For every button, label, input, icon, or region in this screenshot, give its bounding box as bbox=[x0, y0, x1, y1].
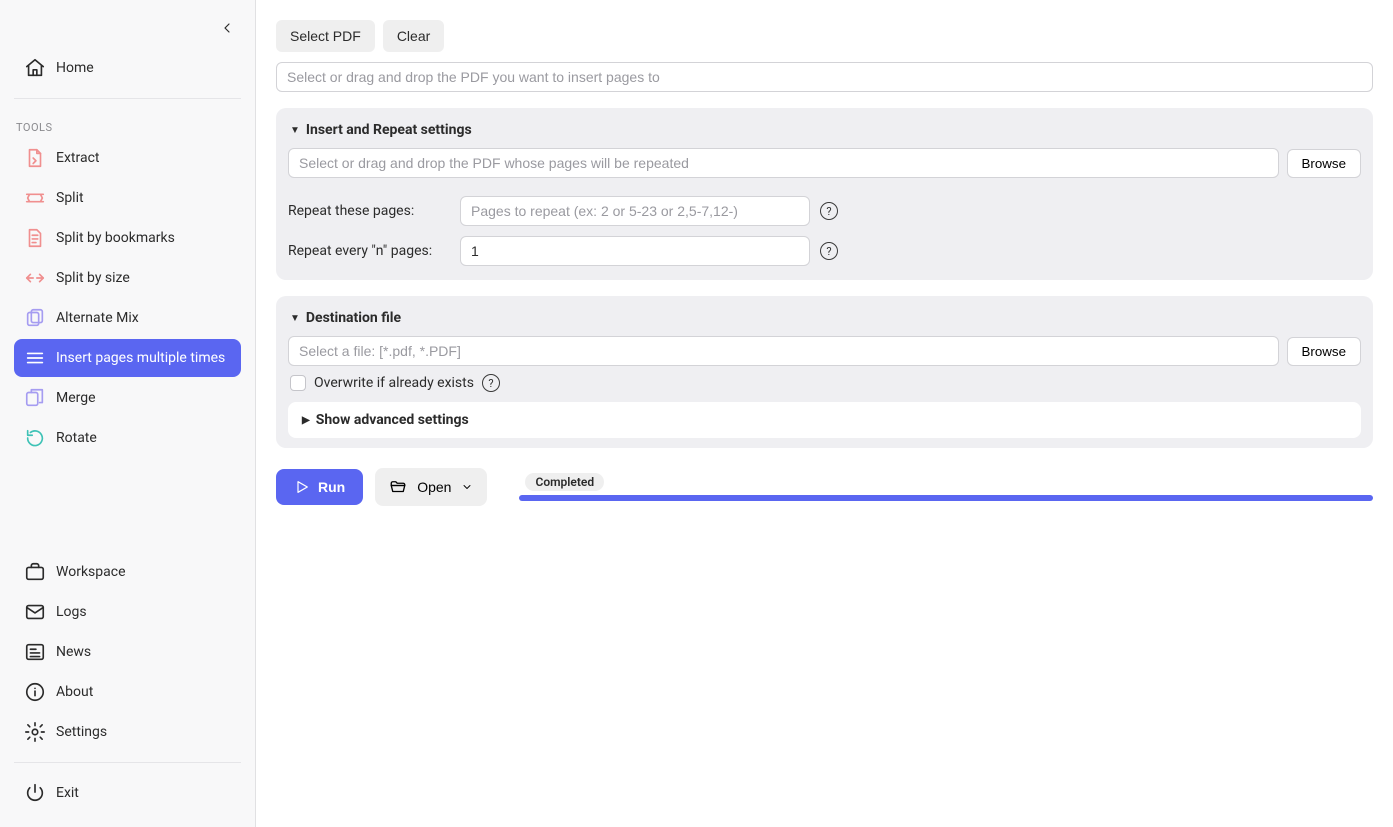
insert-repeat-panel: ▼ Insert and Repeat settings Browse Repe… bbox=[276, 108, 1373, 280]
sidebar-item-split-bookmarks[interactable]: Split by bookmarks bbox=[14, 219, 241, 257]
sidebar-item-label: Alternate Mix bbox=[56, 310, 139, 326]
tools-section-label: TOOLS bbox=[14, 109, 241, 138]
panel-title: Destination file bbox=[306, 310, 401, 326]
sidebar-item-extract[interactable]: Extract bbox=[14, 139, 241, 177]
sidebar-item-workspace[interactable]: Workspace bbox=[14, 553, 241, 591]
sidebar-item-label: Settings bbox=[56, 724, 107, 740]
advanced-label: Show advanced settings bbox=[316, 412, 469, 428]
play-icon bbox=[294, 479, 310, 495]
open-button[interactable]: Open bbox=[375, 468, 487, 506]
destination-panel: ▼ Destination file Browse Overwrite if a… bbox=[276, 296, 1373, 448]
sidebar-item-split[interactable]: Split bbox=[14, 179, 241, 217]
extract-icon bbox=[24, 147, 46, 169]
destination-panel-header[interactable]: ▼ Destination file bbox=[288, 306, 1361, 336]
help-icon[interactable]: ? bbox=[820, 202, 838, 220]
about-icon bbox=[24, 681, 46, 703]
divider bbox=[14, 98, 241, 99]
power-icon bbox=[24, 782, 46, 804]
help-icon[interactable]: ? bbox=[482, 374, 500, 392]
sidebar-item-label: Home bbox=[56, 60, 94, 76]
sidebar-item-label: Exit bbox=[56, 785, 79, 801]
caret-right-icon: ▶ bbox=[302, 415, 310, 426]
sidebar-item-label: Extract bbox=[56, 150, 99, 166]
sidebar-item-merge[interactable]: Merge bbox=[14, 379, 241, 417]
sidebar-item-exit[interactable]: Exit bbox=[14, 774, 241, 812]
split-size-icon bbox=[24, 267, 46, 289]
workspace-icon bbox=[24, 561, 46, 583]
run-button[interactable]: Run bbox=[276, 469, 363, 505]
repeat-pages-input[interactable] bbox=[460, 196, 810, 226]
gear-icon bbox=[24, 721, 46, 743]
rotate-icon bbox=[24, 427, 46, 449]
chevron-left-icon bbox=[219, 20, 235, 36]
sidebar-item-settings[interactable]: Settings bbox=[14, 713, 241, 751]
caret-down-icon: ▼ bbox=[290, 313, 300, 324]
alternate-mix-icon bbox=[24, 307, 46, 329]
split-icon bbox=[24, 187, 46, 209]
divider bbox=[14, 762, 241, 763]
sidebar-collapse-button[interactable] bbox=[213, 14, 241, 42]
logs-icon bbox=[24, 601, 46, 623]
folder-open-icon bbox=[389, 478, 407, 496]
sidebar-item-label: Merge bbox=[56, 390, 96, 406]
sidebar-item-home[interactable]: Home bbox=[14, 49, 241, 87]
home-icon bbox=[24, 57, 46, 79]
repeat-every-label: Repeat every "n" pages: bbox=[288, 243, 450, 259]
panel-title: Insert and Repeat settings bbox=[306, 122, 472, 138]
insert-pages-icon bbox=[24, 347, 46, 369]
sidebar-item-insert-multiple[interactable]: Insert pages multiple times bbox=[14, 339, 241, 377]
sidebar-item-label: Split by bookmarks bbox=[56, 230, 175, 246]
clear-button[interactable]: Clear bbox=[383, 20, 444, 52]
sidebar-item-about[interactable]: About bbox=[14, 673, 241, 711]
repeat-every-input[interactable] bbox=[460, 236, 810, 266]
destination-file-input[interactable] bbox=[288, 336, 1279, 366]
sidebar-item-label: Logs bbox=[56, 604, 87, 620]
sidebar-item-label: About bbox=[56, 684, 93, 700]
main-content: Select PDF Clear ▼ Insert and Repeat set… bbox=[256, 0, 1393, 827]
sidebar-item-label: News bbox=[56, 644, 91, 660]
target-pdf-input[interactable] bbox=[276, 62, 1373, 92]
browse-source-button[interactable]: Browse bbox=[1287, 149, 1361, 178]
browse-destination-button[interactable]: Browse bbox=[1287, 337, 1361, 366]
show-advanced-toggle[interactable]: ▶ Show advanced settings bbox=[288, 402, 1361, 438]
status-label: Completed bbox=[525, 473, 604, 491]
progress: Completed bbox=[519, 473, 1373, 501]
bookmark-split-icon bbox=[24, 227, 46, 249]
sidebar-item-alternate-mix[interactable]: Alternate Mix bbox=[14, 299, 241, 337]
help-icon[interactable]: ? bbox=[820, 242, 838, 260]
sidebar-item-label: Workspace bbox=[56, 564, 126, 580]
sidebar: Home TOOLS Extract Split Split by bookma… bbox=[0, 0, 256, 827]
sidebar-item-label: Split bbox=[56, 190, 84, 206]
sidebar-item-split-size[interactable]: Split by size bbox=[14, 259, 241, 297]
source-pdf-input[interactable] bbox=[288, 148, 1279, 178]
open-label: Open bbox=[417, 479, 451, 495]
merge-icon bbox=[24, 387, 46, 409]
overwrite-label: Overwrite if already exists bbox=[314, 375, 474, 391]
repeat-pages-label: Repeat these pages: bbox=[288, 203, 450, 219]
sidebar-item-label: Split by size bbox=[56, 270, 130, 286]
sidebar-item-logs[interactable]: Logs bbox=[14, 593, 241, 631]
run-label: Run bbox=[318, 479, 345, 495]
sidebar-item-rotate[interactable]: Rotate bbox=[14, 419, 241, 457]
sidebar-item-label: Insert pages multiple times bbox=[56, 350, 225, 366]
sidebar-item-label: Rotate bbox=[56, 430, 97, 446]
select-pdf-button[interactable]: Select PDF bbox=[276, 20, 375, 52]
insert-repeat-panel-header[interactable]: ▼ Insert and Repeat settings bbox=[288, 118, 1361, 148]
progress-bar bbox=[519, 495, 1373, 501]
chevron-down-icon bbox=[461, 481, 473, 493]
news-icon bbox=[24, 641, 46, 663]
overwrite-checkbox[interactable] bbox=[290, 375, 306, 391]
caret-down-icon: ▼ bbox=[290, 125, 300, 136]
sidebar-item-news[interactable]: News bbox=[14, 633, 241, 671]
